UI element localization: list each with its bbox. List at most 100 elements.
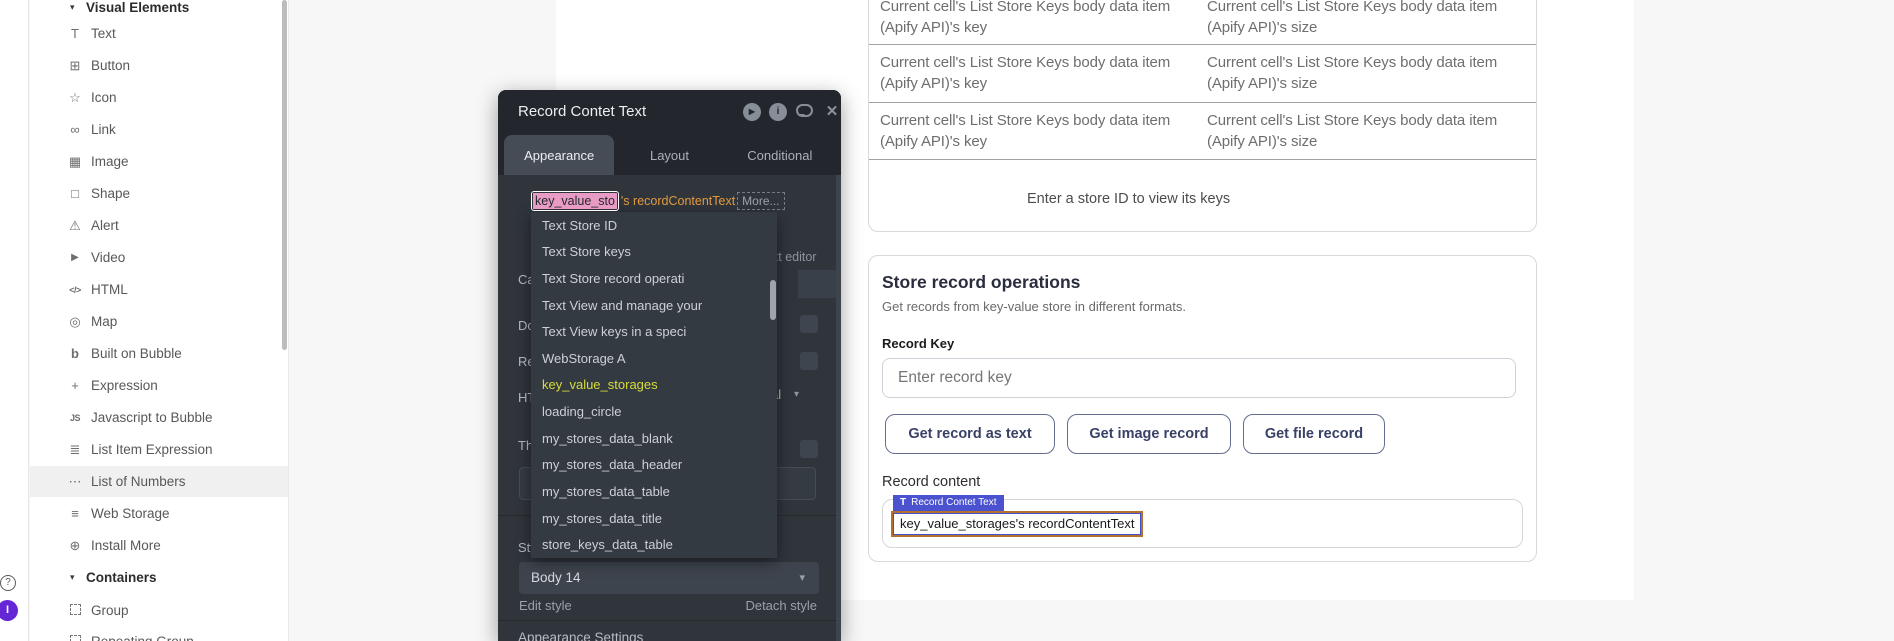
record-key-input[interactable] bbox=[882, 358, 1516, 398]
alert-icon: ⚠ bbox=[66, 218, 84, 234]
dropdown-item[interactable]: my_stores_data_table bbox=[531, 478, 777, 505]
canvas-text-key[interactable]: Current cell's List Store Keys body data… bbox=[880, 0, 1190, 38]
sidebar-item-list-of-numbers[interactable]: ⋯List of Numbers bbox=[30, 466, 288, 497]
link-icon: ∞ bbox=[66, 122, 84, 137]
checkbox[interactable] bbox=[800, 352, 818, 370]
comment-icon[interactable] bbox=[796, 104, 813, 117]
chevron-down-icon: ▾ bbox=[70, 2, 82, 13]
text-icon: T bbox=[66, 26, 84, 41]
sidebar-item-text[interactable]: TText bbox=[30, 18, 288, 49]
bubble-icon: b bbox=[66, 346, 84, 361]
get-file-record-button[interactable]: Get file record bbox=[1243, 414, 1385, 454]
empty-state-message[interactable]: Enter a store ID to view its keys bbox=[1027, 191, 1230, 207]
dropdown-item[interactable]: Text Store ID bbox=[531, 212, 777, 239]
canvas-text-key[interactable]: Current cell's List Store Keys body data… bbox=[880, 110, 1190, 152]
dropdown-item[interactable]: my_stores_data_header bbox=[531, 451, 777, 478]
edit-style-link[interactable]: Edit style bbox=[519, 598, 572, 613]
appearance-settings-section-label: Appearance Settings bbox=[518, 630, 643, 641]
sidebar-item-html[interactable]: </>HTML bbox=[30, 274, 288, 305]
rich-text-editor-link-partial[interactable]: xt editor bbox=[772, 250, 816, 264]
chevron-down-icon[interactable]: ▾ bbox=[794, 389, 799, 400]
canvas-text-size[interactable]: Current cell's List Store Keys body data… bbox=[1207, 110, 1517, 152]
sidebar-item-shape[interactable]: □Shape bbox=[30, 178, 288, 209]
composer-more-button[interactable]: More... bbox=[737, 192, 784, 210]
panel-tabs: Appearance Layout Conditional bbox=[498, 135, 841, 175]
get-record-as-text-button[interactable]: Get record as text bbox=[885, 414, 1055, 454]
sidebar-item-built-on-bubble[interactable]: bBuilt on Bubble bbox=[30, 338, 288, 369]
sidebar-item-list-item-expression[interactable]: ≣List Item Expression bbox=[30, 434, 288, 465]
composer-expression-suffix[interactable]: 's recordContentText bbox=[621, 194, 735, 208]
bubble-editor-screen: ? I ▾ Visual Elements TText ⊞Button ☆Ico… bbox=[0, 0, 1894, 641]
sidebar-scrollbar[interactable] bbox=[282, 0, 287, 350]
row-divider bbox=[869, 44, 1536, 45]
image-icon: ▦ bbox=[66, 154, 84, 170]
sidebar-item-image[interactable]: ▦Image bbox=[30, 146, 288, 177]
card-title: Store record operations bbox=[882, 272, 1080, 293]
dropdown-item[interactable]: loading_circle bbox=[531, 398, 777, 425]
checkbox[interactable] bbox=[800, 440, 818, 458]
group-icon bbox=[66, 603, 84, 618]
info-icon[interactable]: i bbox=[769, 103, 787, 121]
video-icon: ▶ bbox=[66, 252, 84, 263]
dropdown-item[interactable]: Text View keys in a speci bbox=[531, 318, 777, 345]
sidebar-item-expression[interactable]: +Expression bbox=[30, 370, 288, 401]
panel-button-partial[interactable] bbox=[798, 270, 839, 298]
canvas-text-key[interactable]: Current cell's List Store Keys body data… bbox=[880, 52, 1190, 94]
storage-icon: ≡ bbox=[66, 506, 84, 521]
dropdown-item-highlighted[interactable]: key_value_storages bbox=[531, 372, 777, 399]
sidebar-item-repeating-group[interactable]: Repeating Group bbox=[30, 626, 288, 641]
dropdown-item[interactable]: my_stores_data_blank bbox=[531, 425, 777, 452]
dropdown-item[interactable]: store_keys_data_table bbox=[531, 531, 777, 558]
sidebar-item-group[interactable]: Group bbox=[30, 595, 288, 626]
record-content-label: Record content bbox=[882, 474, 980, 490]
help-icon[interactable]: ? bbox=[0, 575, 16, 591]
detach-style-link[interactable]: Detach style bbox=[745, 598, 817, 613]
star-icon: ☆ bbox=[66, 90, 84, 106]
sidebar-item-javascript-to-bubble[interactable]: JSJavascript to Bubble bbox=[30, 402, 288, 433]
chevron-down-icon: ▾ bbox=[799, 562, 805, 594]
dropdown-item[interactable]: Text View and manage your bbox=[531, 292, 777, 319]
canvas-text-size[interactable]: Current cell's List Store Keys body data… bbox=[1207, 0, 1517, 38]
sidebar-item-icon[interactable]: ☆Icon bbox=[30, 82, 288, 113]
close-icon[interactable]: ✕ bbox=[823, 103, 841, 121]
sidebar-item-install-more[interactable]: ⊕Install More bbox=[30, 530, 288, 561]
selected-canvas-element[interactable]: key_value_storages's recordContentText bbox=[893, 513, 1141, 535]
dropdown-item[interactable]: WebStorage A bbox=[531, 345, 777, 372]
dropdown-item[interactable]: Text Store record operati bbox=[531, 265, 777, 292]
get-image-record-button[interactable]: Get image record bbox=[1067, 414, 1231, 454]
js-icon: JS bbox=[66, 413, 84, 423]
record-key-label: Record Key bbox=[882, 336, 954, 351]
composer-selection-box[interactable]: key_value_sto bbox=[531, 191, 619, 211]
sidebar-item-video[interactable]: ▶Video bbox=[30, 242, 288, 273]
sidebar-section-containers[interactable]: ▾ Containers bbox=[30, 562, 288, 593]
profile-avatar[interactable]: I bbox=[0, 600, 18, 621]
clipboard-icon: ≣ bbox=[66, 442, 84, 458]
map-pin-icon: ◎ bbox=[66, 314, 84, 330]
shape-icon: □ bbox=[66, 186, 84, 201]
selected-element-badge: TRecord Contet Text bbox=[893, 495, 1004, 511]
dropdown-item[interactable]: my_stores_data_title bbox=[531, 505, 777, 532]
code-icon: </> bbox=[66, 285, 84, 295]
panel-scrollbar[interactable] bbox=[836, 175, 841, 641]
dropdown-scrollbar[interactable] bbox=[770, 280, 776, 320]
panel-title: Record Contet Text bbox=[518, 103, 646, 120]
left-icon-gutter: ? I bbox=[0, 0, 29, 641]
sidebar-item-button[interactable]: ⊞Button bbox=[30, 50, 288, 81]
sidebar-item-map[interactable]: ◎Map bbox=[30, 306, 288, 337]
sidebar-item-link[interactable]: ∞Link bbox=[30, 114, 288, 145]
sidebar-item-web-storage[interactable]: ≡Web Storage bbox=[30, 498, 288, 529]
checkbox[interactable] bbox=[800, 315, 818, 333]
text-element-icon: T bbox=[900, 497, 906, 508]
sidebar-item-alert[interactable]: ⚠Alert bbox=[30, 210, 288, 241]
canvas-text-size[interactable]: Current cell's List Store Keys body data… bbox=[1207, 52, 1517, 94]
row-divider bbox=[869, 159, 1536, 160]
dropdown-item[interactable]: Text Store keys bbox=[531, 239, 777, 266]
panel-header[interactable]: Record Contet Text ▶ i ✕ bbox=[498, 90, 841, 135]
expression-composer[interactable]: key_value_sto 's recordContentText More.… bbox=[531, 189, 785, 212]
tab-conditional[interactable]: Conditional bbox=[725, 135, 835, 175]
tab-layout[interactable]: Layout bbox=[614, 135, 724, 175]
play-icon[interactable]: ▶ bbox=[743, 103, 761, 121]
tab-appearance[interactable]: Appearance bbox=[504, 135, 614, 175]
divider bbox=[498, 620, 841, 621]
style-select[interactable]: Body 14▾ bbox=[519, 562, 819, 594]
